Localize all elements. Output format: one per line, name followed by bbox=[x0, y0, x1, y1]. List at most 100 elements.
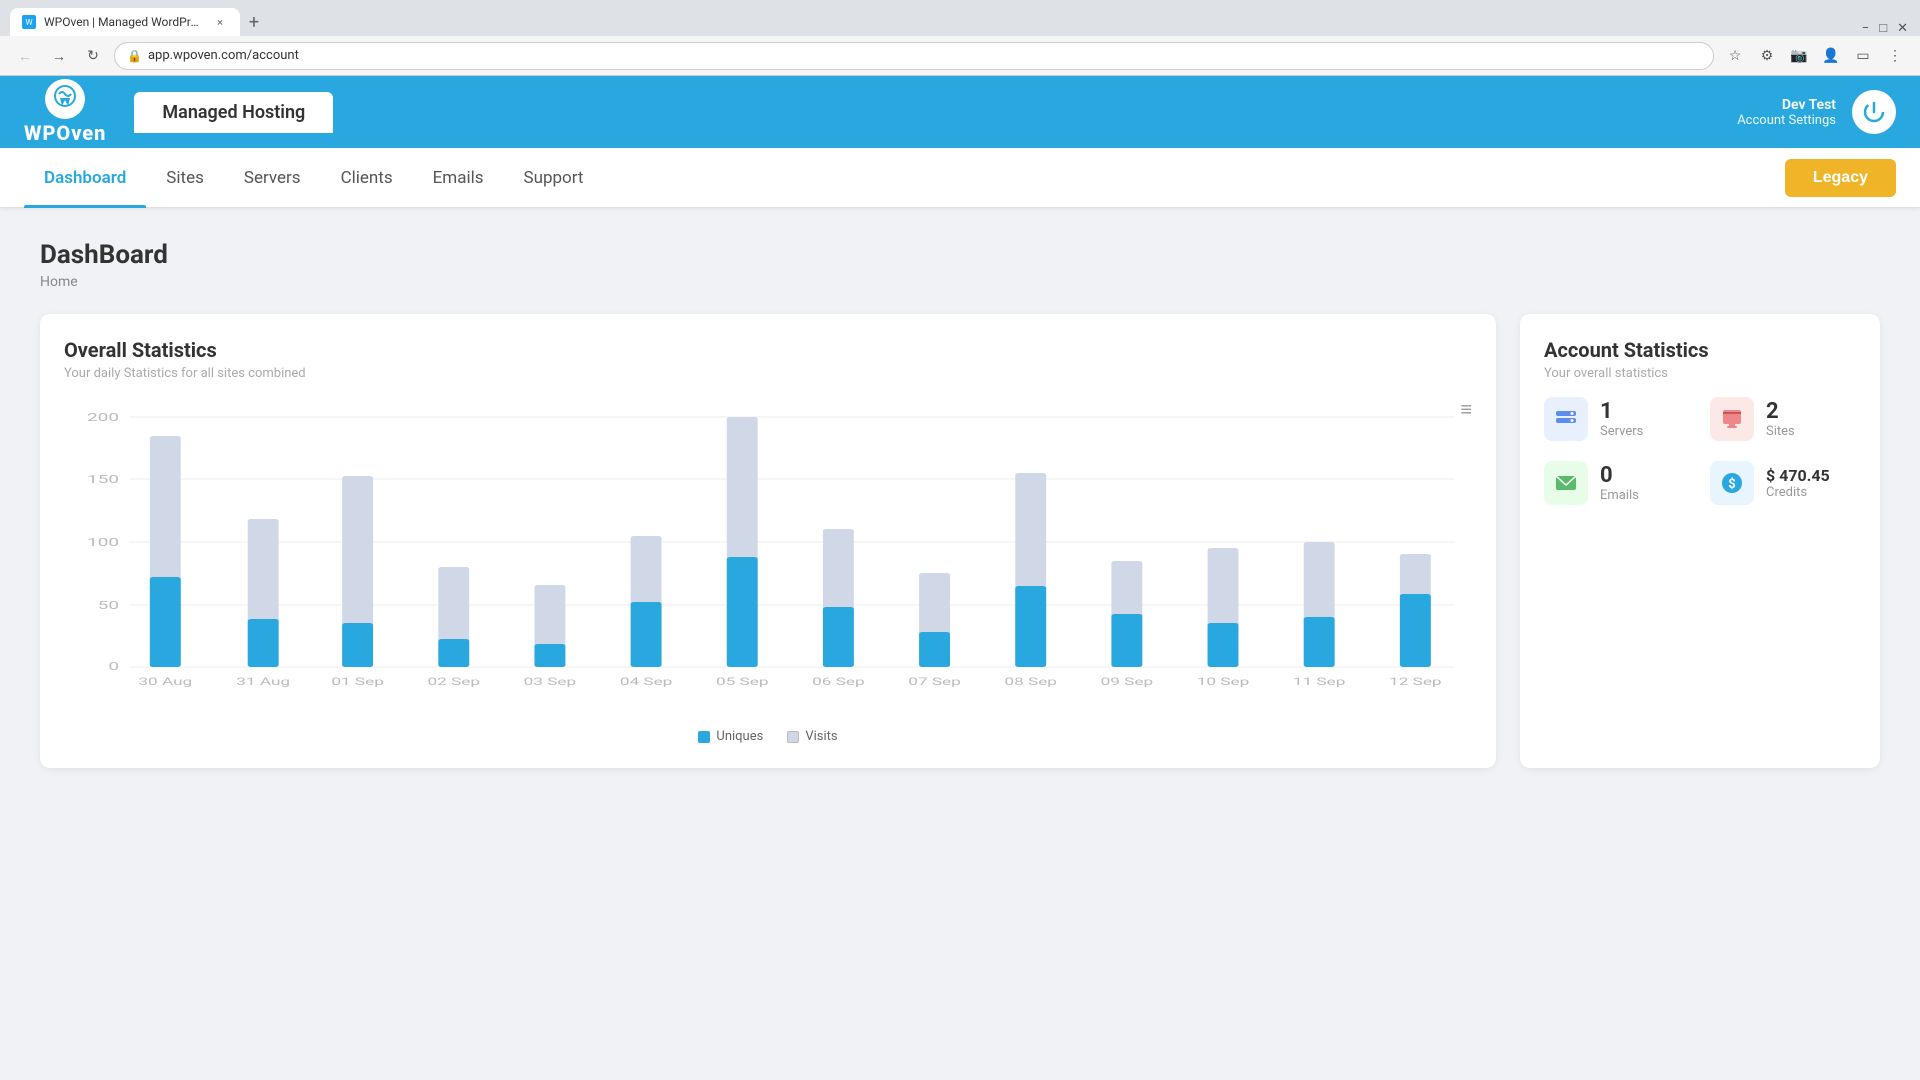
forward-button[interactable]: → bbox=[46, 43, 72, 69]
tab-favicon: W bbox=[22, 15, 36, 29]
servers-svg bbox=[1554, 407, 1578, 431]
chart-container: ≡ 200 150 100 50 0 bbox=[64, 397, 1472, 717]
svg-text:02 Sep: 02 Sep bbox=[428, 676, 481, 687]
url-display: app.wpoven.com/account bbox=[148, 48, 299, 63]
profile-icon[interactable]: 👤 bbox=[1818, 43, 1844, 69]
svg-text:0: 0 bbox=[108, 660, 119, 673]
credits-icon: $ bbox=[1710, 461, 1754, 505]
svg-text:10 Sep: 10 Sep bbox=[1197, 676, 1250, 687]
svg-text:12 Sep: 12 Sep bbox=[1389, 676, 1442, 687]
svg-text:200: 200 bbox=[87, 411, 119, 424]
logo-svg bbox=[50, 84, 80, 114]
credits-svg: $ bbox=[1720, 471, 1744, 495]
power-button[interactable] bbox=[1852, 90, 1896, 134]
account-stats-title: Account Statistics bbox=[1544, 338, 1856, 362]
power-icon bbox=[1862, 100, 1886, 124]
tab-title: WPOven | Managed WordPress bbox=[44, 15, 204, 29]
account-stats-subtitle: Your overall statistics bbox=[1544, 366, 1856, 381]
overall-stats-title: Overall Statistics bbox=[64, 338, 1472, 362]
refresh-button[interactable]: ↻ bbox=[80, 43, 106, 69]
legend-visits-label: Visits bbox=[805, 729, 837, 744]
emails-icon bbox=[1544, 461, 1588, 505]
extensions-icon[interactable]: ⚙ bbox=[1754, 43, 1780, 69]
servers-icon bbox=[1544, 397, 1588, 441]
main-content: DashBoard Home Overall Statistics Your d… bbox=[0, 208, 1920, 800]
user-name: Dev Test bbox=[1737, 97, 1836, 113]
legend-uniques-dot bbox=[698, 731, 710, 743]
tab-close-button[interactable]: × bbox=[212, 14, 228, 30]
svg-text:06 Sep: 06 Sep bbox=[812, 676, 865, 687]
wpoven-logo: WPOven bbox=[24, 79, 106, 145]
stat-emails: 0 Emails bbox=[1544, 461, 1690, 505]
app-header: WPOven Managed Hosting Dev Test Account … bbox=[0, 76, 1920, 148]
svg-text:04 Sep: 04 Sep bbox=[620, 676, 673, 687]
logo-icon bbox=[45, 79, 85, 119]
sidebar-icon[interactable]: ▭ bbox=[1850, 43, 1876, 69]
svg-text:30 Aug: 30 Aug bbox=[138, 676, 192, 687]
emails-stat-text: 0 Emails bbox=[1600, 463, 1639, 503]
browser-tab-bar: W WPOven | Managed WordPress × + − □ ✕ bbox=[0, 0, 1920, 36]
chart-legend: Uniques Visits bbox=[64, 729, 1472, 744]
close-window-button[interactable]: ✕ bbox=[1897, 21, 1908, 36]
cards-row: Overall Statistics Your daily Statistics… bbox=[40, 314, 1880, 768]
nav-support[interactable]: Support bbox=[504, 148, 604, 208]
sites-label: Sites bbox=[1766, 424, 1795, 439]
sites-stat-text: 2 Sites bbox=[1766, 399, 1795, 439]
nav-servers[interactable]: Servers bbox=[224, 148, 321, 208]
bookmark-icon[interactable]: ☆ bbox=[1722, 43, 1748, 69]
emails-label: Emails bbox=[1600, 488, 1639, 503]
toolbar-actions: ☆ ⚙ 📷 👤 ▭ ⋮ bbox=[1722, 43, 1908, 69]
chart-menu-button[interactable]: ≡ bbox=[1460, 397, 1472, 422]
overall-stats-subtitle: Your daily Statistics for all sites comb… bbox=[64, 366, 1472, 381]
stat-credits: $ $ 470.45 Credits bbox=[1710, 461, 1856, 505]
emails-svg bbox=[1554, 471, 1578, 495]
svg-text:11 Sep: 11 Sep bbox=[1293, 676, 1346, 687]
svg-text:100: 100 bbox=[87, 536, 119, 549]
account-stats-grid: 1 Servers 2 bbox=[1544, 397, 1856, 505]
legend-uniques-label: Uniques bbox=[716, 729, 763, 744]
nav-emails[interactable]: Emails bbox=[413, 148, 504, 208]
breadcrumb: Home bbox=[40, 274, 1880, 290]
browser-chrome: W WPOven | Managed WordPress × + − □ ✕ ←… bbox=[0, 0, 1920, 76]
nav-dashboard[interactable]: Dashboard bbox=[24, 148, 146, 208]
svg-text:31 Aug: 31 Aug bbox=[236, 676, 290, 687]
svg-text:150: 150 bbox=[87, 473, 119, 486]
new-tab-button[interactable]: + bbox=[240, 8, 268, 36]
bar-chart: 200 150 100 50 0 bbox=[64, 407, 1472, 697]
page-title: DashBoard bbox=[40, 240, 1880, 270]
browser-toolbar: ← → ↻ 🔒 app.wpoven.com/account ☆ ⚙ 📷 👤 ▭… bbox=[0, 36, 1920, 76]
managed-hosting-tab[interactable]: Managed Hosting bbox=[134, 92, 333, 133]
second-nav: Dashboard Sites Servers Clients Emails S… bbox=[0, 148, 1920, 208]
servers-label: Servers bbox=[1600, 424, 1643, 439]
sites-value: 2 bbox=[1766, 399, 1795, 424]
screenshot-icon[interactable]: 📷 bbox=[1786, 43, 1812, 69]
legacy-button[interactable]: Legacy bbox=[1785, 159, 1896, 197]
svg-text:03 Sep: 03 Sep bbox=[524, 676, 577, 687]
svg-text:09 Sep: 09 Sep bbox=[1101, 676, 1154, 687]
back-button[interactable]: ← bbox=[12, 43, 38, 69]
legend-visits: Visits bbox=[787, 729, 837, 744]
restore-button[interactable]: □ bbox=[1879, 20, 1887, 36]
lock-icon: 🔒 bbox=[127, 49, 142, 63]
credits-label: Credits bbox=[1766, 485, 1830, 500]
svg-text:08 Sep: 08 Sep bbox=[1004, 676, 1057, 687]
address-bar[interactable]: 🔒 app.wpoven.com/account bbox=[114, 42, 1714, 70]
stat-sites: 2 Sites bbox=[1710, 397, 1856, 441]
nav-sites[interactable]: Sites bbox=[146, 148, 224, 208]
header-right: Dev Test Account Settings bbox=[1737, 90, 1896, 134]
servers-value: 1 bbox=[1600, 399, 1643, 424]
servers-stat-text: 1 Servers bbox=[1600, 399, 1643, 439]
account-settings-link[interactable]: Account Settings bbox=[1737, 113, 1836, 128]
svg-text:$: $ bbox=[1728, 477, 1735, 492]
browser-tab[interactable]: W WPOven | Managed WordPress × bbox=[10, 8, 240, 36]
user-info: Dev Test Account Settings bbox=[1737, 97, 1836, 128]
minimize-button[interactable]: − bbox=[1862, 21, 1869, 36]
svg-text:07 Sep: 07 Sep bbox=[908, 676, 961, 687]
svg-text:01 Sep: 01 Sep bbox=[331, 676, 384, 687]
nav-clients[interactable]: Clients bbox=[321, 148, 413, 208]
sites-svg bbox=[1720, 407, 1744, 431]
legend-uniques: Uniques bbox=[698, 729, 763, 744]
stat-servers: 1 Servers bbox=[1544, 397, 1690, 441]
menu-icon[interactable]: ⋮ bbox=[1882, 43, 1908, 69]
emails-value: 0 bbox=[1600, 463, 1639, 488]
